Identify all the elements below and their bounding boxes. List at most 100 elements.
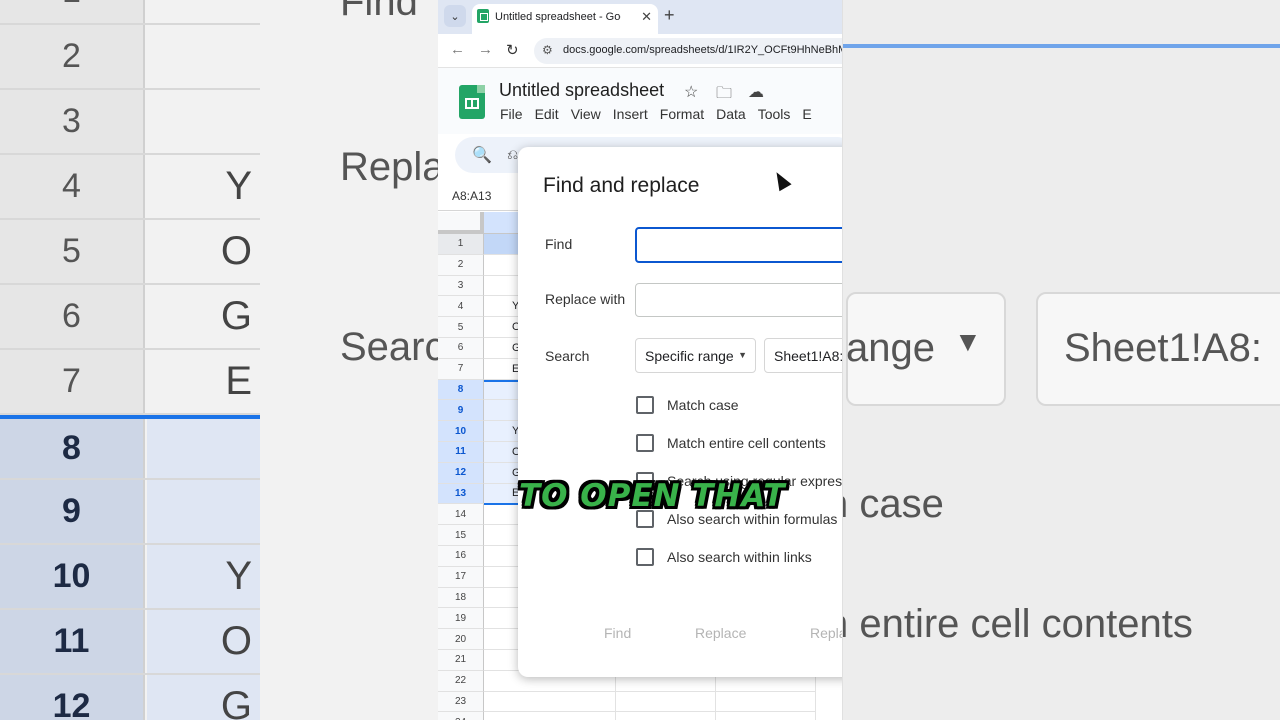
row-header[interactable]: 15 — [438, 525, 484, 546]
replace-input[interactable] — [635, 283, 842, 317]
bg-row-number: 1 — [0, 0, 145, 23]
menu-item[interactable]: Insert — [613, 106, 648, 122]
reload-button[interactable]: ↻ — [506, 41, 519, 59]
bg-replace-text: Repla — [340, 145, 445, 189]
menu-item[interactable]: File — [500, 106, 523, 122]
tab-strip: ⌄ Untitled spreadsheet - Google ✕ + — [438, 0, 842, 34]
row-header[interactable]: 21 — [438, 650, 484, 671]
address-bar: ← → ↻ ⚙ docs.google.com/spreadsheets/d/1… — [438, 34, 842, 68]
bg-row: 12 G — [0, 675, 260, 720]
bg-cell: E — [225, 359, 252, 403]
row-header[interactable]: 23 — [438, 691, 484, 713]
row-header[interactable]: 3 — [438, 275, 484, 297]
bg-row-number: 4 — [0, 155, 145, 218]
checkbox-icon[interactable] — [636, 396, 654, 414]
row-header[interactable]: 11 — [438, 442, 484, 463]
tab-search-button[interactable]: ⌄ — [444, 5, 466, 27]
search-menus-icon[interactable]: 🔍 — [472, 145, 492, 165]
cloud-status-icon[interactable]: ☁ — [748, 82, 764, 102]
bg-row-number: 12 — [0, 675, 145, 720]
dialog-title: Find and replace — [543, 174, 700, 197]
option-label: Also search within links — [667, 549, 812, 565]
menu-item[interactable]: E — [802, 106, 811, 122]
bg-match-case: n case — [826, 482, 944, 526]
table-row[interactable]: 24 — [438, 712, 842, 720]
row-header[interactable]: 12 — [438, 462, 484, 484]
bg-entire-cell: n entire cell contents — [826, 602, 1193, 646]
row-header[interactable]: 5 — [438, 317, 484, 338]
replace-button[interactable]: Replace — [695, 625, 746, 641]
find-button[interactable]: Find — [604, 625, 631, 641]
name-box[interactable]: A8:A13 — [452, 189, 491, 203]
row-header[interactable]: 14 — [438, 504, 484, 526]
menu-item[interactable]: Data — [716, 106, 746, 122]
active-tab[interactable]: Untitled spreadsheet - Google ✕ — [472, 4, 658, 34]
row-header[interactable]: 13 — [438, 483, 484, 505]
table-row[interactable]: 23 — [438, 691, 842, 713]
row-header[interactable]: 17 — [438, 566, 484, 588]
screen-recording: 1234Y5O6G7E8910Y11O12G Find Repla Searc … — [0, 0, 1280, 720]
cell-c[interactable] — [716, 712, 816, 720]
sheets-logo-icon[interactable] — [459, 85, 485, 119]
bg-row: 1 — [0, 0, 260, 25]
bg-cell — [147, 419, 260, 478]
row-header[interactable]: 4 — [438, 296, 484, 318]
row-header[interactable]: 24 — [438, 712, 484, 720]
bg-cell — [147, 25, 260, 88]
row-header[interactable]: 6 — [438, 338, 484, 359]
back-button[interactable]: ← — [450, 41, 465, 58]
bg-cell: Y — [225, 164, 252, 208]
menu-item[interactable]: Edit — [535, 106, 559, 122]
bg-row-number: 10 — [0, 545, 145, 608]
find-replace-dialog: Find and replace Find Replace with Searc… — [518, 147, 842, 677]
checkbox-icon[interactable] — [636, 434, 654, 452]
row-header[interactable]: 2 — [438, 254, 484, 276]
tab-title: Untitled spreadsheet - Google — [495, 11, 621, 23]
row-header[interactable]: 1 — [438, 234, 484, 255]
cell-c[interactable] — [716, 691, 816, 713]
tab-close-icon[interactable]: ✕ — [641, 9, 652, 25]
search-scope-dropdown[interactable]: Specific range ▼ — [635, 338, 756, 373]
row-header[interactable]: 8 — [438, 379, 484, 401]
row-header[interactable]: 10 — [438, 421, 484, 442]
row-header[interactable]: 9 — [438, 400, 484, 422]
bg-row-number: 11 — [0, 610, 145, 673]
row-header[interactable]: 20 — [438, 629, 484, 650]
bg-dropdown-arrow: ▼ — [954, 326, 982, 357]
sheets-favicon-icon — [477, 9, 489, 23]
replace-label: Replace with — [545, 291, 626, 307]
row-header[interactable]: 19 — [438, 608, 484, 630]
bg-row: 6G — [0, 285, 260, 350]
bg-row: 8 — [0, 415, 260, 480]
bg-row: 4Y — [0, 155, 260, 220]
menu-item[interactable]: Format — [660, 106, 704, 122]
row-header[interactable]: 18 — [438, 587, 484, 609]
find-input[interactable] — [635, 227, 842, 263]
sheets-header: Untitled spreadsheet ☆ 🗀 ☁ File Edit View I… — [438, 68, 842, 134]
cell-b[interactable] — [616, 691, 716, 713]
bg-row-number: 8 — [0, 419, 145, 478]
checkbox-icon[interactable] — [636, 548, 654, 566]
background-rows: 1234Y5O6G7E8910Y11O12G — [0, 0, 260, 720]
cell-b[interactable] — [616, 712, 716, 720]
row-header[interactable]: 7 — [438, 358, 484, 380]
row-header[interactable]: 16 — [438, 546, 484, 567]
star-icon[interactable]: ☆ — [684, 82, 698, 102]
menu-bar: File Edit View Insert Format Data Tools E — [500, 106, 824, 124]
new-tab-button[interactable]: + — [664, 5, 675, 26]
cell-a[interactable] — [484, 712, 616, 720]
cell-a[interactable] — [484, 691, 616, 713]
move-folder-icon[interactable]: 🗀 — [716, 82, 732, 109]
bg-sheet-ref: Sheet1!A8: — [1064, 326, 1262, 370]
menu-item[interactable]: Tools — [758, 106, 791, 122]
select-all-corner[interactable] — [438, 212, 484, 234]
document-title[interactable]: Untitled spreadsheet — [499, 80, 664, 101]
forward-button[interactable]: → — [478, 41, 493, 58]
option-label: Match entire cell contents — [667, 435, 826, 451]
undo-icon[interactable]: ⎌ — [507, 146, 518, 163]
bg-cell — [147, 0, 260, 23]
menu-item[interactable]: View — [571, 106, 601, 122]
row-header[interactable]: 22 — [438, 670, 484, 692]
site-info-icon[interactable]: ⚙ — [542, 43, 553, 57]
url-field[interactable]: ⚙ docs.google.com/spreadsheets/d/1IR2Y_O… — [534, 38, 842, 64]
